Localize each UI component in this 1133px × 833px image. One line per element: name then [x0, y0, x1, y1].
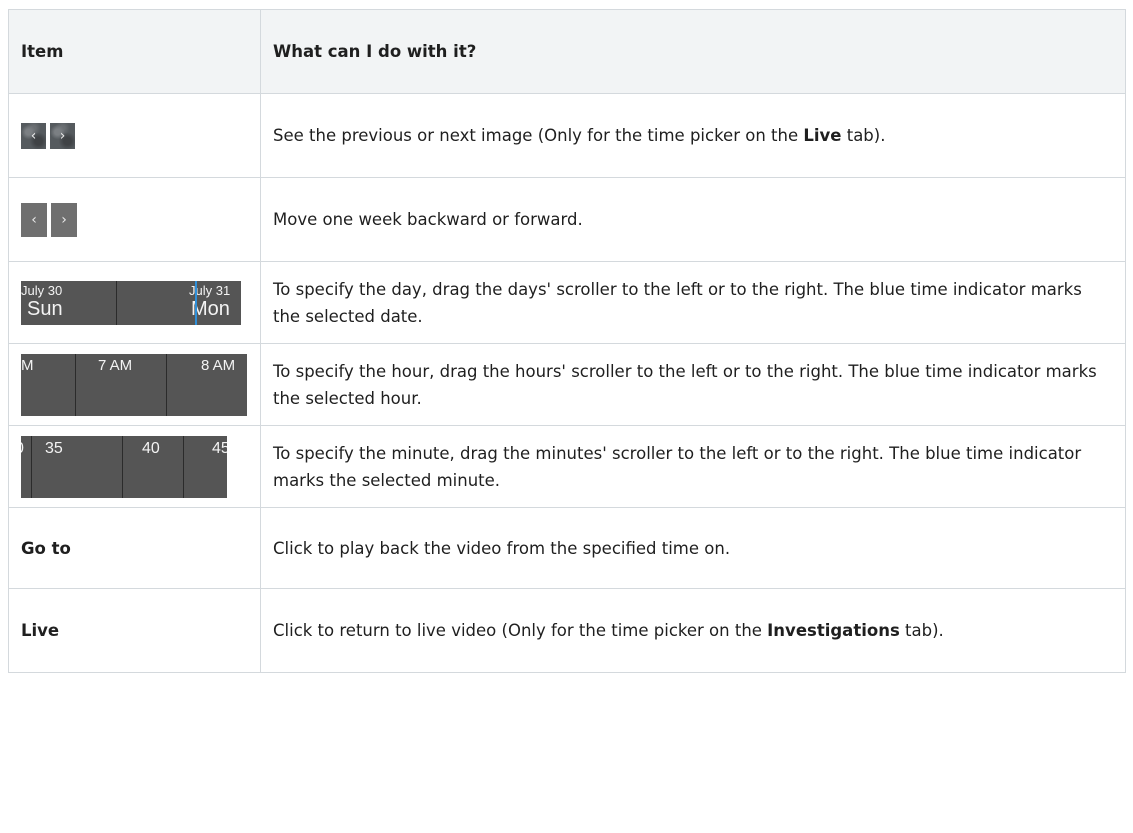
table-header-row: Item What can I do with it?	[8, 9, 1126, 94]
header-item: Item	[8, 9, 261, 94]
item-cell: July 30 Sun July 31 Mon	[8, 261, 261, 344]
week-backward-button[interactable]: ‹	[21, 202, 47, 237]
days-scroller[interactable]: July 30 Sun July 31 Mon	[21, 280, 241, 325]
table-row: 0 35 40 45 To specify the minute, drag t…	[8, 425, 1126, 508]
table-row: M 7 AM 8 AM To specify the hour, drag th…	[8, 343, 1126, 426]
minute-separator	[122, 435, 123, 498]
hour-label: 7 AM	[98, 356, 133, 374]
live-tab-name: Live	[803, 126, 842, 145]
go-to-label: Go to	[8, 507, 261, 589]
day-separator	[116, 280, 117, 325]
description-cell: To specify the day, drag the days' scrol…	[260, 261, 1126, 344]
minute-label: 35	[45, 439, 63, 457]
item-cell: ‹ ›	[8, 177, 261, 262]
hour-separator	[75, 353, 76, 416]
previous-image-button[interactable]: ‹	[21, 123, 46, 150]
investigations-tab-name: Investigations	[767, 621, 900, 640]
item-cell: ‹ ›	[8, 93, 261, 178]
item-cell: 0 35 40 45	[8, 425, 261, 508]
table-row: July 30 Sun July 31 Mon To specify the d…	[8, 261, 1126, 344]
live-label: Live	[8, 588, 261, 673]
description-cell: See the previous or next image (Only for…	[260, 93, 1126, 178]
item-cell: M 7 AM 8 AM	[8, 343, 261, 426]
description-cell: Move one week backward or forward.	[260, 177, 1126, 262]
hour-separator	[166, 353, 167, 416]
hours-scroller[interactable]: M 7 AM 8 AM	[21, 353, 247, 416]
minute-separator	[31, 435, 32, 498]
minutes-scroller[interactable]: 0 35 40 45	[21, 435, 227, 498]
minute-separator	[183, 435, 184, 498]
header-what-can-i-do: What can I do with it?	[260, 9, 1126, 94]
description-cell: Click to return to live video (Only for …	[260, 588, 1126, 673]
day-weekday-label: Sun	[27, 297, 63, 320]
day-date-label: July 30	[21, 282, 63, 298]
table-row: Go to Click to play back the video from …	[8, 507, 1126, 589]
table-row: Live Click to return to live video (Only…	[8, 588, 1126, 673]
hour-label: 8 AM	[201, 356, 236, 374]
description-cell: Click to play back the video from the sp…	[260, 507, 1126, 589]
time-picker-reference-table: Item What can I do with it? ‹ › See the p…	[8, 9, 1126, 673]
table-row: ‹ › See the previous or next image (Only …	[8, 93, 1126, 178]
description-cell: To specify the minute, drag the minutes'…	[260, 425, 1126, 508]
description-cell: To specify the hour, drag the hours' scr…	[260, 343, 1126, 426]
week-forward-button[interactable]: ›	[51, 202, 77, 237]
next-image-button[interactable]: ›	[50, 123, 75, 150]
minute-label: 45	[212, 439, 227, 457]
hour-label: M	[21, 356, 34, 374]
blue-time-indicator	[195, 280, 197, 325]
table-row: ‹ › Move one week backward or forward.	[8, 177, 1126, 262]
minute-label: 0	[21, 439, 24, 459]
minute-label: 40	[142, 439, 160, 457]
